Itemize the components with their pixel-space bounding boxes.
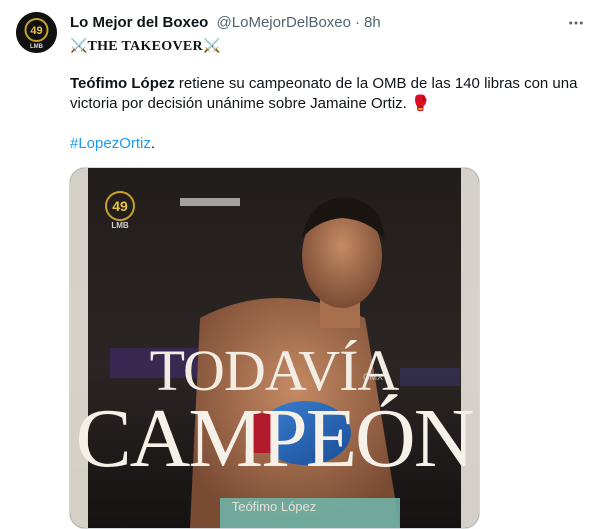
hashtag-suffix: . (150, 135, 156, 152)
boxing-glove-icon: 🥊 (411, 95, 430, 112)
author-name[interactable]: Lo Mejor del Boxeo (70, 14, 208, 31)
tweet-card[interactable]: 49 LMB Lo Mejor del Boxeo @LoMejorDelBox… (0, 0, 601, 529)
tweet-title-line: ⚔️THE TAKEOVER⚔️ (70, 35, 590, 57)
author-avatar[interactable]: 49 LMB (16, 12, 57, 53)
more-horizontal-icon (569, 21, 583, 25)
svg-text:LMB: LMB (30, 44, 44, 50)
poster-logo-number: 49 (112, 198, 128, 214)
poster-logo-text: LMB (111, 221, 129, 230)
bold-name: Teófimo López (70, 75, 175, 92)
separator-dot: · (355, 14, 360, 31)
author-handle[interactable]: @LoMejorDelBoxeo (217, 14, 351, 31)
crossed-swords-icon: ⚔️ (70, 37, 88, 53)
svg-text:49: 49 (30, 25, 42, 37)
tweet-title: THE TAKEOVER (87, 39, 203, 54)
fight-poster: 49 LMB CMX TODAVÍA CAMPEÓN Teófimo López (70, 168, 479, 528)
crossed-swords-icon: ⚔️ (202, 37, 221, 53)
hashtag-line: #LopezOrtiz. (70, 134, 590, 154)
more-options-button[interactable] (563, 10, 589, 36)
hashtag-link[interactable]: #LopezOrtiz (70, 135, 151, 152)
poster-headline-bottom: CAMPEÓN (76, 392, 473, 485)
timestamp[interactable]: 8h (364, 14, 381, 31)
tweet-header: Lo Mejor del Boxeo @LoMejorDelBoxeo · 8h (70, 13, 551, 33)
tweet-media-image[interactable]: 49 LMB CMX TODAVÍA CAMPEÓN Teófimo López (69, 167, 480, 529)
tweet-text: Teófimo López retiene su campeonato de l… (70, 74, 590, 114)
